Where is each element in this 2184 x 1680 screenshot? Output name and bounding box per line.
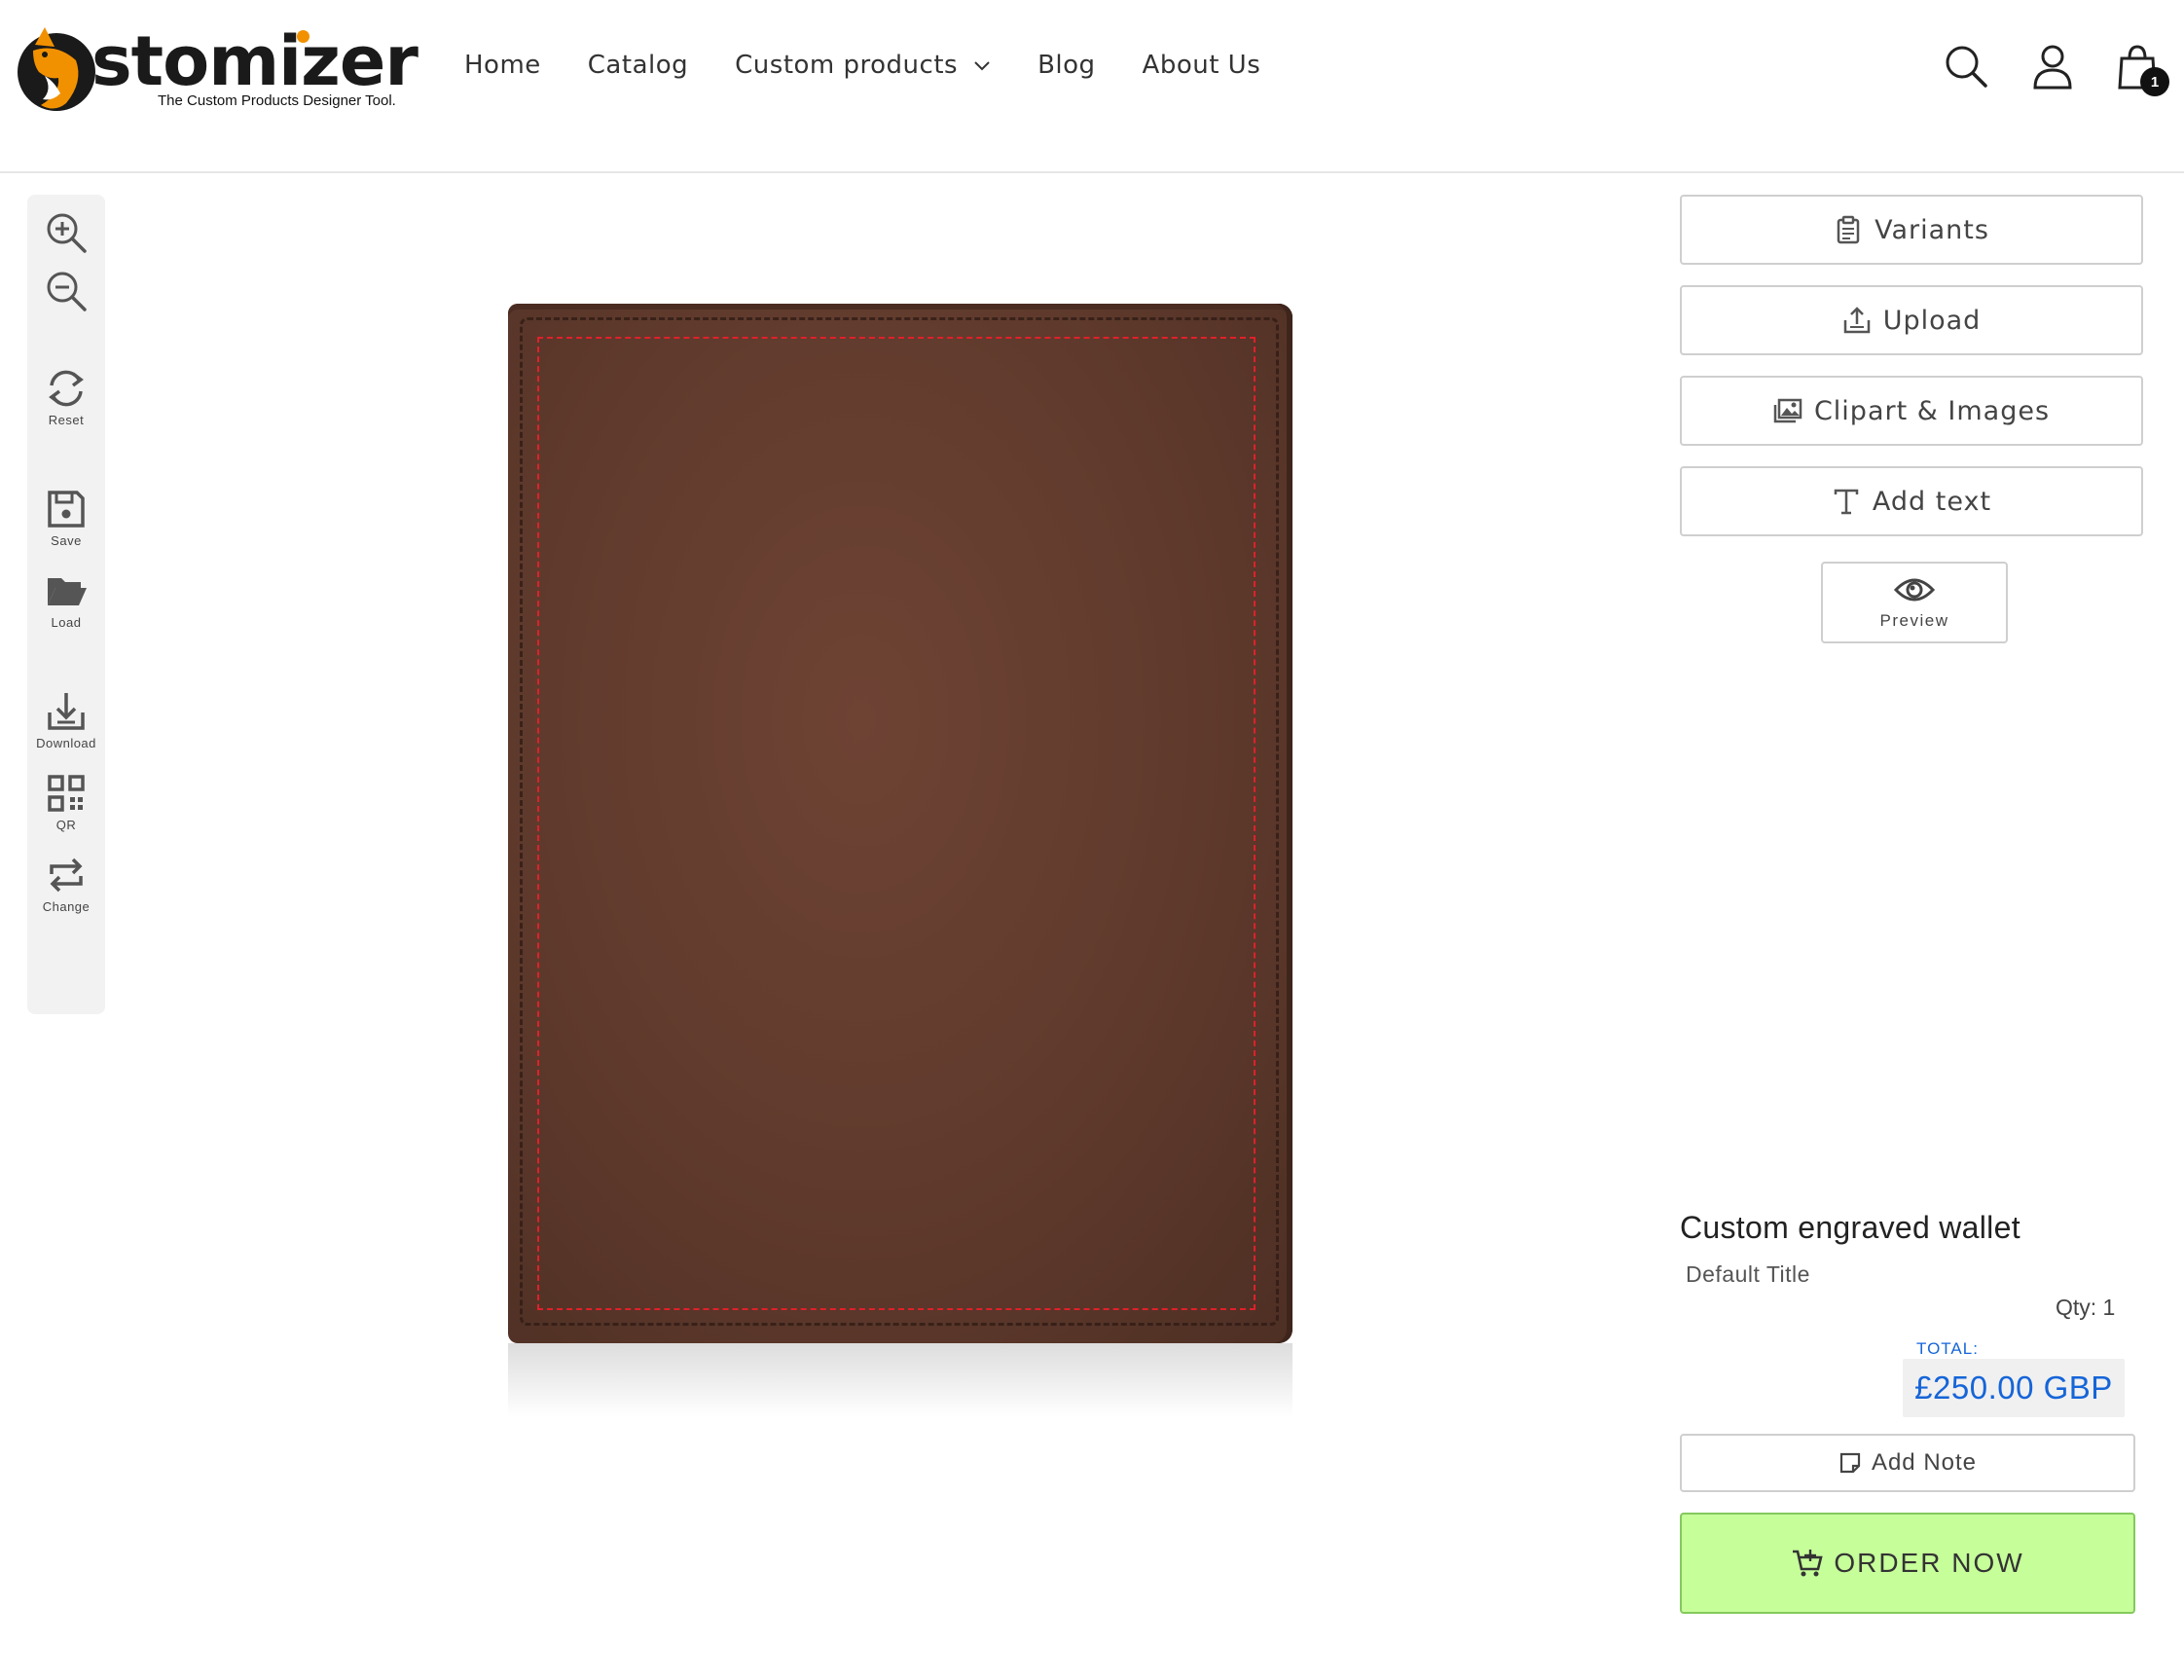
change-label: Change (42, 899, 91, 914)
search-icon[interactable] (1943, 43, 1989, 90)
reset-button[interactable]: Reset (27, 366, 105, 427)
site-header: stomizer The Custom Products Designer To… (0, 0, 2184, 173)
upload-button[interactable]: Upload (1680, 285, 2143, 355)
cart-add-icon (1793, 1550, 1823, 1577)
nav-catalog-label: Catalog (587, 51, 689, 80)
variants-button[interactable]: Variants (1680, 195, 2143, 265)
design-canvas[interactable] (508, 304, 1292, 1417)
eye-icon (1894, 578, 1935, 602)
nav-blog-label: Blog (1037, 51, 1096, 80)
variants-label: Variants (1875, 214, 1989, 245)
reset-label: Reset (48, 413, 85, 427)
add-note-button[interactable]: Add Note (1680, 1434, 2135, 1492)
download-button[interactable]: Download (27, 689, 105, 750)
zoom-in-icon (47, 213, 87, 253)
zoom-out-button[interactable] (27, 269, 105, 313)
nav-home[interactable]: Home (464, 51, 541, 80)
cart-count-badge: 1 (2140, 67, 2169, 96)
quantity-display: Qty: 1 (2056, 1295, 2116, 1320)
product-title: Custom engraved wallet (1680, 1210, 2020, 1245)
zoom-out-icon (47, 272, 87, 311)
total-price-value: £250.00 GBP (1903, 1359, 2125, 1417)
upload-icon (1843, 307, 1870, 334)
images-icon (1773, 398, 1802, 423)
reset-icon (49, 370, 84, 407)
download-icon (48, 693, 85, 730)
download-label: Download (36, 736, 96, 750)
qr-code-icon (48, 775, 85, 812)
brand-tagline: The Custom Products Designer Tool. (158, 92, 396, 109)
order-now-label: ORDER NOW (1834, 1548, 2024, 1578)
clipart-images-label: Clipart & Images (1813, 395, 2051, 426)
clipart-images-button[interactable]: Clipart & Images (1680, 376, 2143, 446)
swap-icon (50, 858, 83, 893)
text-icon (1834, 489, 1859, 515)
zoom-in-button[interactable] (27, 210, 105, 255)
add-note-label: Add Note (1871, 1449, 1978, 1476)
add-text-button[interactable]: Add text (1680, 466, 2143, 536)
add-text-label: Add text (1872, 486, 1992, 517)
nav-about-us[interactable]: About Us (1143, 51, 1261, 80)
save-icon (48, 491, 85, 528)
preview-label: Preview (1879, 611, 1949, 630)
save-button[interactable]: Save (27, 487, 105, 548)
total-price-box: £250.00 GBP TOTAL: (1903, 1337, 2125, 1417)
load-button[interactable]: Load (27, 568, 105, 630)
clipboard-list-icon (1837, 215, 1860, 244)
note-icon (1839, 1452, 1861, 1474)
wallet-product-image (508, 304, 1292, 1343)
folder-open-icon (48, 578, 87, 605)
load-label: Load (51, 615, 82, 630)
qr-button[interactable]: QR (27, 771, 105, 832)
nav-about-us-label: About Us (1142, 51, 1261, 80)
order-now-button[interactable]: ORDER NOW (1680, 1513, 2135, 1614)
fox-logo-icon (18, 27, 95, 111)
brand-logo[interactable]: stomizer The Custom Products Designer To… (16, 21, 419, 119)
chevron-down-icon (974, 61, 990, 71)
product-variant: Default Title (1686, 1261, 1810, 1287)
nav-blog[interactable]: Blog (1037, 51, 1095, 80)
save-label: Save (51, 533, 82, 548)
main-nav: Home Catalog Custom products Blog About … (464, 51, 1307, 80)
preview-button[interactable]: Preview (1821, 562, 2008, 643)
nav-custom-products[interactable]: Custom products (735, 51, 991, 80)
designer-toolbar: Reset Save Load Download QR Change (27, 195, 105, 1014)
nav-home-label: Home (464, 51, 541, 80)
upload-label: Upload (1882, 305, 1982, 336)
nav-catalog[interactable]: Catalog (588, 51, 688, 80)
account-icon[interactable] (2029, 43, 2076, 90)
wallet-reflection (508, 1343, 1292, 1417)
total-price-label: TOTAL: (1916, 1339, 1979, 1358)
change-button[interactable]: Change (27, 853, 105, 914)
nav-custom-products-label: Custom products (735, 51, 959, 80)
print-area-boundary[interactable] (537, 337, 1256, 1310)
qr-label: QR (55, 818, 77, 832)
brand-dot (297, 30, 309, 43)
